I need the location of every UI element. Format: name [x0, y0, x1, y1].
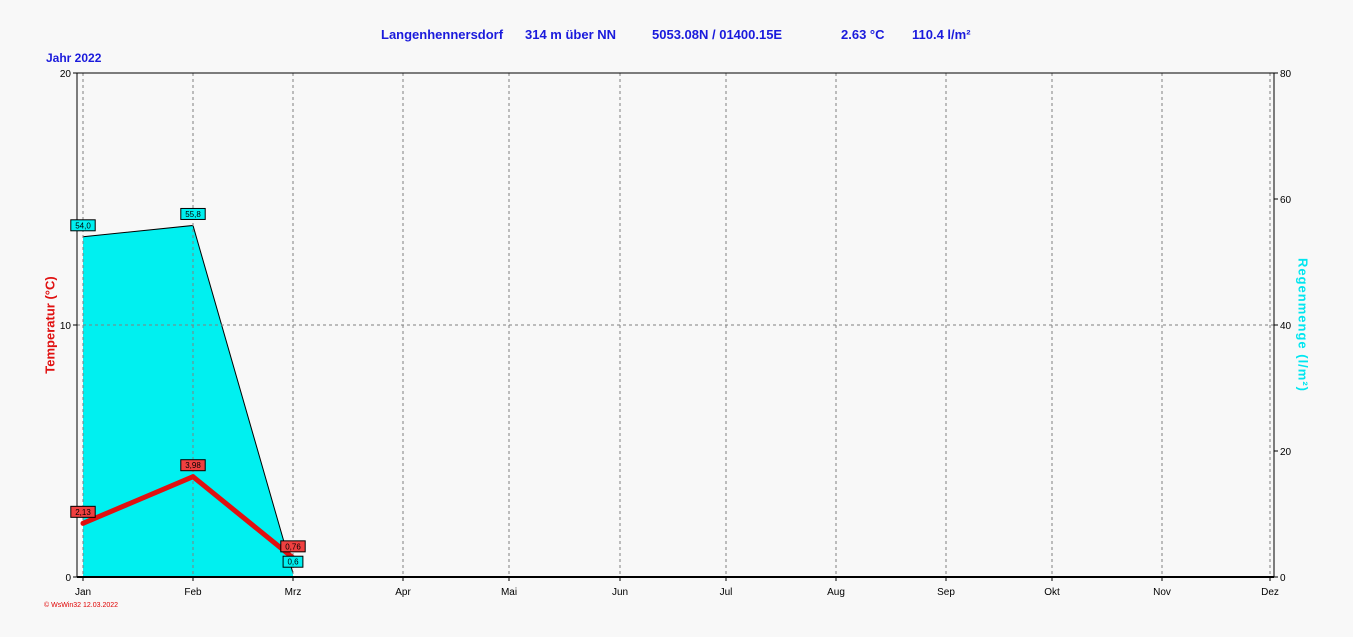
x-tick-label-jan: Jan — [75, 587, 91, 598]
temperature-point-jan — [80, 520, 86, 526]
x-tick-label-dez: Dez — [1261, 587, 1279, 598]
temperature-data-label-mrz: 0,76 — [285, 542, 301, 551]
temperature-data-label-jan: 2,13 — [75, 508, 91, 517]
x-tick-label-nov: Nov — [1153, 587, 1171, 598]
x-tick-label-apr: Apr — [395, 587, 411, 598]
temperature-data-label-feb: 3,98 — [185, 461, 201, 470]
right-tick-label-80: 80 — [1280, 69, 1292, 80]
x-tick-label-jun: Jun — [612, 587, 628, 598]
rain-data-label-feb: 55,8 — [185, 210, 201, 219]
left-tick-label-20: 20 — [60, 69, 72, 80]
x-tick-label-sep: Sep — [937, 587, 955, 598]
right-tick-label-60: 60 — [1280, 195, 1292, 206]
x-tick-label-okt: Okt — [1044, 587, 1060, 598]
rain-data-label-jan: 54,0 — [75, 221, 91, 230]
x-tick-label-mai: Mai — [501, 587, 517, 598]
x-tick-label-aug: Aug — [827, 587, 845, 598]
right-tick-label-40: 40 — [1280, 321, 1292, 332]
left-tick-label-0: 0 — [65, 573, 71, 584]
right-tick-label-0: 0 — [1280, 573, 1286, 584]
chart-canvas: 0 10 20 0 20 40 60 80 Jan Feb Mrz Apr Mai Jun Jul Aug Se… — [60, 69, 1292, 598]
rain-data-label-mrz: 0,6 — [287, 558, 299, 567]
left-tick-label-10: 10 — [60, 321, 72, 332]
temperature-point-feb — [190, 474, 196, 480]
right-tick-label-20: 20 — [1280, 447, 1292, 458]
x-tick-label-feb: Feb — [184, 587, 202, 598]
x-tick-label-jul: Jul — [720, 587, 733, 598]
x-tick-label-mrz: Mrz — [285, 587, 302, 598]
